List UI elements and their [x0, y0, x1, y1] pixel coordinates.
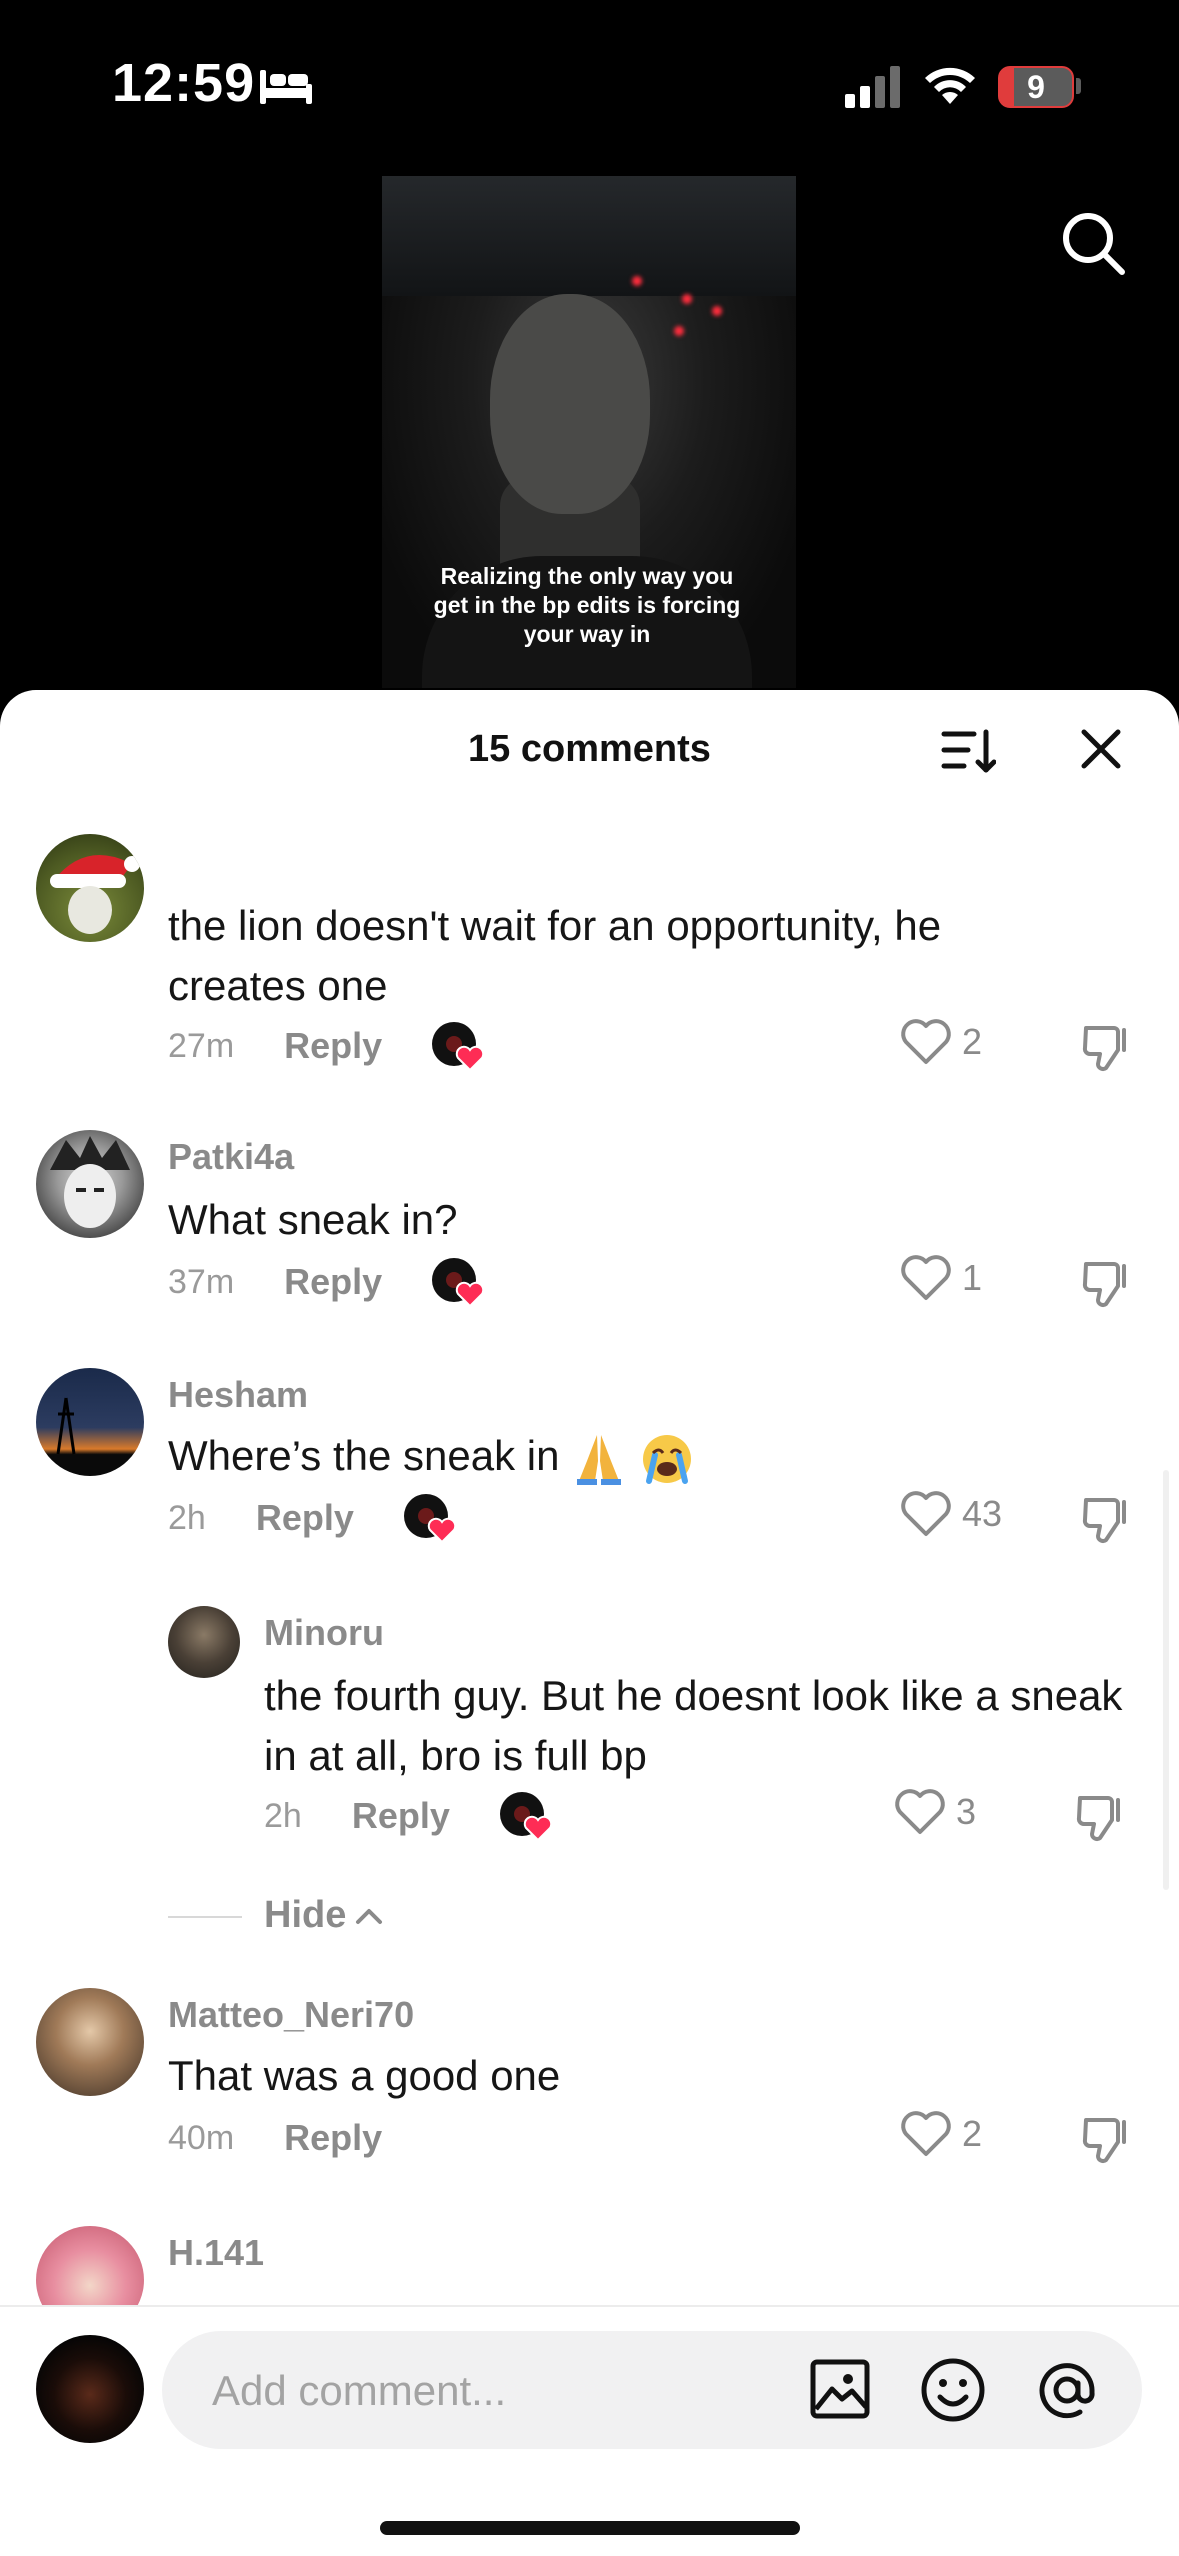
comment-username[interactable]: Hesham — [168, 1374, 308, 1416]
like-button[interactable]: 1 — [900, 1254, 982, 1302]
like-count: 1 — [962, 1257, 983, 1298]
avatar[interactable] — [36, 1368, 144, 1476]
heart-icon — [901, 1491, 951, 1536]
comment-text-body: Where’s the sneak in — [168, 1432, 560, 1479]
video-sky — [382, 176, 796, 296]
comment-username[interactable]: Matteo_Neri70 — [168, 1994, 414, 2036]
creator-liked-badge — [432, 1022, 485, 1072]
chevron-up-icon — [356, 1908, 383, 1924]
comment-meta: 2h Reply — [264, 1788, 554, 1844]
comment-time: 40m — [168, 2118, 235, 2157]
creator-liked-badge — [403, 1494, 457, 1544]
avatar[interactable] — [36, 1130, 144, 1238]
hide-divider — [168, 1916, 242, 1918]
creator-liked-badge — [499, 1792, 553, 1842]
reply-button[interactable]: Reply — [256, 1497, 354, 1539]
street-light — [682, 294, 692, 304]
reply-button[interactable]: Reply — [284, 1261, 382, 1303]
comment-input[interactable]: Add comment... — [162, 2331, 1142, 2449]
video-thumbnail[interactable]: Realizing the only way you get in the bp… — [382, 176, 796, 688]
heart-icon — [901, 1019, 951, 1064]
comment-username[interactable]: Patki4a — [168, 1136, 294, 1178]
comment-input-placeholder: Add comment... — [212, 2367, 507, 2414]
heart-icon — [901, 1255, 951, 1300]
like-button[interactable]: 3 — [894, 1788, 976, 1836]
home-indicator — [380, 2521, 800, 2535]
comment-text: That was a good one — [168, 2052, 561, 2099]
battery-indicator: 9 — [998, 66, 1074, 108]
battery-cap — [1076, 78, 1081, 94]
avatar[interactable] — [168, 1606, 240, 1678]
comment-text: Where’s the sneak in — [168, 1426, 1088, 1487]
sort-icon[interactable] — [940, 726, 996, 776]
comment-time: 27m — [168, 1026, 235, 1065]
comment-time: 2h — [168, 1498, 206, 1537]
at-icon[interactable] — [1034, 2357, 1100, 2423]
tower-silhouette-icon — [56, 1397, 76, 1455]
bed-icon — [260, 70, 312, 104]
comment-text: What sneak in? — [168, 1196, 458, 1243]
reply-button[interactable]: Reply — [284, 1025, 382, 1067]
scrollbar[interactable] — [1163, 1470, 1169, 1890]
like-button[interactable]: 2 — [900, 2110, 982, 2158]
comment-input-bar: Add comment... — [0, 2305, 1179, 2556]
like-count: 2 — [962, 2113, 983, 2154]
comment-meta: 27m Reply — [168, 1018, 486, 1074]
status-time: 12:59 — [112, 53, 256, 113]
avatar[interactable] — [36, 1988, 144, 2096]
street-light — [674, 326, 684, 336]
comment-text: the lion doesn't wait for an opportunity… — [168, 902, 942, 1009]
signal-icon — [845, 66, 900, 108]
comment-text: the fourth guy. But he doesnt look like … — [264, 1672, 1123, 1779]
comment-time: 2h — [264, 1796, 302, 1835]
emoji-icon[interactable] — [920, 2357, 986, 2423]
santa-hat-icon — [50, 855, 140, 934]
manga-face-icon — [50, 1136, 130, 1228]
creator-liked-badge — [432, 1258, 485, 1308]
comment-time: 37m — [168, 1262, 235, 1301]
comments-count-title: 15 comments — [468, 728, 711, 770]
like-count: 3 — [956, 1791, 977, 1832]
like-count: 43 — [962, 1493, 1003, 1534]
crying-face-icon — [642, 1434, 691, 1484]
video-person-face — [490, 294, 650, 514]
praying-hands-icon — [577, 1434, 622, 1485]
heart-icon — [895, 1789, 945, 1834]
reply-button[interactable]: Reply — [284, 2117, 382, 2159]
comment-username[interactable]: H.141 — [168, 2232, 264, 2274]
dislike-icon[interactable] — [1074, 1790, 1126, 1842]
dislike-icon[interactable] — [1080, 1256, 1132, 1308]
comment-meta: 37m Reply — [168, 1254, 486, 1310]
hide-replies-button[interactable]: Hide — [264, 1894, 384, 1937]
like-button[interactable]: 2 — [900, 1018, 982, 1066]
image-icon[interactable] — [808, 2357, 872, 2421]
comment-meta: 2h Reply — [168, 1490, 458, 1546]
dislike-icon[interactable] — [1080, 1020, 1132, 1072]
close-icon[interactable] — [1080, 728, 1122, 770]
battery-level: 9 — [1027, 69, 1045, 105]
dislike-icon[interactable] — [1080, 1492, 1132, 1544]
reply-button[interactable]: Reply — [352, 1795, 450, 1837]
street-light — [712, 306, 722, 316]
heart-icon — [901, 2111, 951, 2156]
dislike-icon[interactable] — [1080, 2112, 1132, 2164]
comment-meta: 40m Reply — [168, 2110, 382, 2166]
search-icon[interactable] — [1060, 210, 1128, 278]
avatar[interactable] — [36, 834, 144, 942]
like-count: 2 — [962, 1021, 983, 1062]
street-light — [632, 276, 642, 286]
like-button[interactable]: 43 — [900, 1490, 1002, 1538]
video-caption: Realizing the only way you get in the bp… — [433, 563, 741, 647]
status-bar: 12:59 9 — [0, 0, 1179, 170]
comments-sheet: 15 comments the lion doesn't wait for an… — [0, 690, 1179, 2556]
wifi-icon — [925, 67, 975, 104]
comment-username[interactable]: Minoru — [264, 1612, 384, 1654]
hide-label: Hide — [264, 1894, 347, 1936]
my-avatar[interactable] — [36, 2335, 144, 2443]
